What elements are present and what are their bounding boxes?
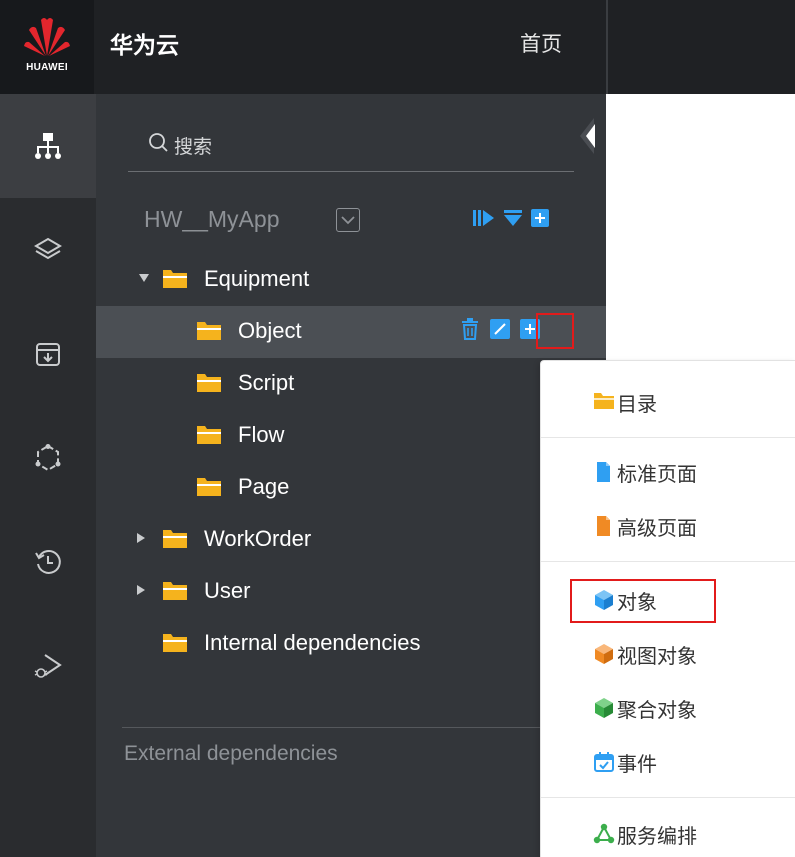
trash-icon[interactable] — [460, 318, 480, 340]
tree-node-internal-dependencies[interactable]: Internal dependencies — [96, 618, 606, 670]
event-icon — [594, 752, 614, 772]
rail-item-history[interactable] — [0, 510, 96, 614]
folder-icon — [163, 530, 187, 548]
hexagon-nodes-icon — [35, 444, 61, 472]
tree-node-page[interactable]: Page — [96, 462, 606, 514]
collapse-all-icon[interactable] — [503, 208, 523, 228]
menu-item-view-object[interactable]: 视图对象 — [541, 627, 795, 679]
search-placeholder: 搜索 — [174, 136, 213, 158]
rail-item-debug[interactable] — [0, 614, 96, 718]
folder-icon — [197, 426, 221, 444]
page-icon — [597, 462, 610, 482]
tree-node-label: Equipment — [204, 266, 310, 291]
huawei-flower-icon — [24, 18, 70, 56]
external-dependencies[interactable]: External dependencies — [124, 742, 338, 766]
folder-icon — [197, 322, 221, 340]
rail-item-layers[interactable] — [0, 198, 96, 302]
debug-run-icon — [34, 654, 62, 678]
tree-node-equipment[interactable]: Equipment — [96, 254, 606, 306]
caret-down-icon[interactable] — [138, 273, 150, 283]
object-item-highlight — [570, 579, 716, 623]
rail-item-nodes[interactable] — [0, 406, 96, 510]
org-tree-icon — [35, 133, 61, 159]
menu-item-label: 视图对象 — [617, 644, 697, 668]
menu-item-label: 服务编排 — [617, 824, 697, 848]
menu-item-directory[interactable]: 目录 — [541, 375, 795, 427]
tree-node-label: Flow — [238, 422, 285, 447]
row-actions — [460, 318, 540, 340]
huawei-logo[interactable]: HUAWEI — [0, 0, 94, 94]
tree-node-label: Object — [238, 318, 302, 343]
add-icon[interactable] — [531, 209, 549, 227]
caret-right-icon[interactable] — [136, 532, 146, 544]
tree-node-label: Script — [238, 370, 295, 395]
chevron-down-icon — [341, 216, 355, 225]
app-actions — [473, 208, 549, 228]
menu-item-label: 高级页面 — [617, 516, 697, 540]
layers-icon — [34, 237, 62, 260]
menu-item-service-orchestration[interactable]: 服务编排 — [541, 807, 795, 857]
app-selector-row: HW__MyApp — [128, 196, 588, 244]
search-icon — [149, 133, 168, 152]
collapse-arrow-icon — [586, 124, 595, 148]
menu-item-label: 标准页面 — [617, 462, 697, 486]
panel-divider — [122, 727, 606, 728]
menu-item-label: 聚合对象 — [617, 698, 697, 722]
brand-title[interactable]: 华为云 — [110, 26, 179, 60]
app-dropdown-button[interactable] — [336, 208, 360, 232]
app-name[interactable]: HW__MyApp — [144, 206, 279, 233]
folder-icon — [163, 270, 187, 288]
tree-node-user[interactable]: User — [96, 566, 606, 618]
rail-item-package[interactable] — [0, 302, 96, 406]
top-bar: HUAWEI 华为云 首页 — [0, 0, 795, 94]
tree-node-workorder[interactable]: WorkOrder — [96, 514, 606, 566]
tree-node-flow[interactable]: Flow — [96, 410, 606, 462]
view-cube-icon — [595, 644, 613, 664]
tree-node-script[interactable]: Script — [96, 358, 606, 410]
package-icon — [36, 343, 60, 366]
menu-item-aggregate-object[interactable]: 聚合对象 — [541, 681, 795, 733]
caret-right-icon[interactable] — [136, 584, 146, 596]
menu-item-event[interactable]: 事件 — [541, 735, 795, 787]
folder-icon — [163, 634, 187, 652]
menu-item-standard-page[interactable]: 标准页面 — [541, 445, 795, 497]
tree-node-label: WorkOrder — [204, 526, 312, 551]
tree-node-label: User — [204, 578, 251, 603]
logo-text: HUAWEI — [26, 62, 68, 73]
header-divider — [606, 0, 608, 94]
history-icon — [35, 550, 61, 574]
folder-icon — [197, 374, 221, 392]
service-orchestration-icon — [593, 823, 615, 844]
folder-icon — [594, 393, 614, 409]
tree-node-object[interactable]: Object — [96, 306, 606, 358]
menu-item-advanced-page[interactable]: 高级页面 — [541, 499, 795, 551]
search-box[interactable]: 搜索 — [128, 118, 574, 172]
edit-icon[interactable] — [490, 319, 510, 339]
add-context-menu: 目录 标准页面 高级页面 对象 视图对象 聚合对象 事件 服务编排 — [540, 360, 795, 857]
menu-separator — [541, 437, 795, 438]
add-button-highlight — [536, 313, 574, 349]
run-icon[interactable] — [473, 208, 495, 228]
folder-icon — [163, 582, 187, 600]
tree-node-label: Page — [238, 474, 290, 499]
menu-item-label: 事件 — [617, 752, 657, 776]
aggregate-cube-icon — [595, 698, 613, 718]
advanced-page-icon — [597, 516, 610, 536]
folder-icon — [197, 478, 221, 496]
home-link[interactable]: 首页 — [520, 28, 562, 58]
menu-item-label: 目录 — [617, 392, 657, 416]
tree-node-label: Internal dependencies — [204, 630, 421, 655]
rail-item-explorer[interactable] — [0, 94, 96, 198]
menu-separator — [541, 797, 795, 798]
left-icon-rail — [0, 94, 96, 857]
menu-separator — [541, 561, 795, 562]
